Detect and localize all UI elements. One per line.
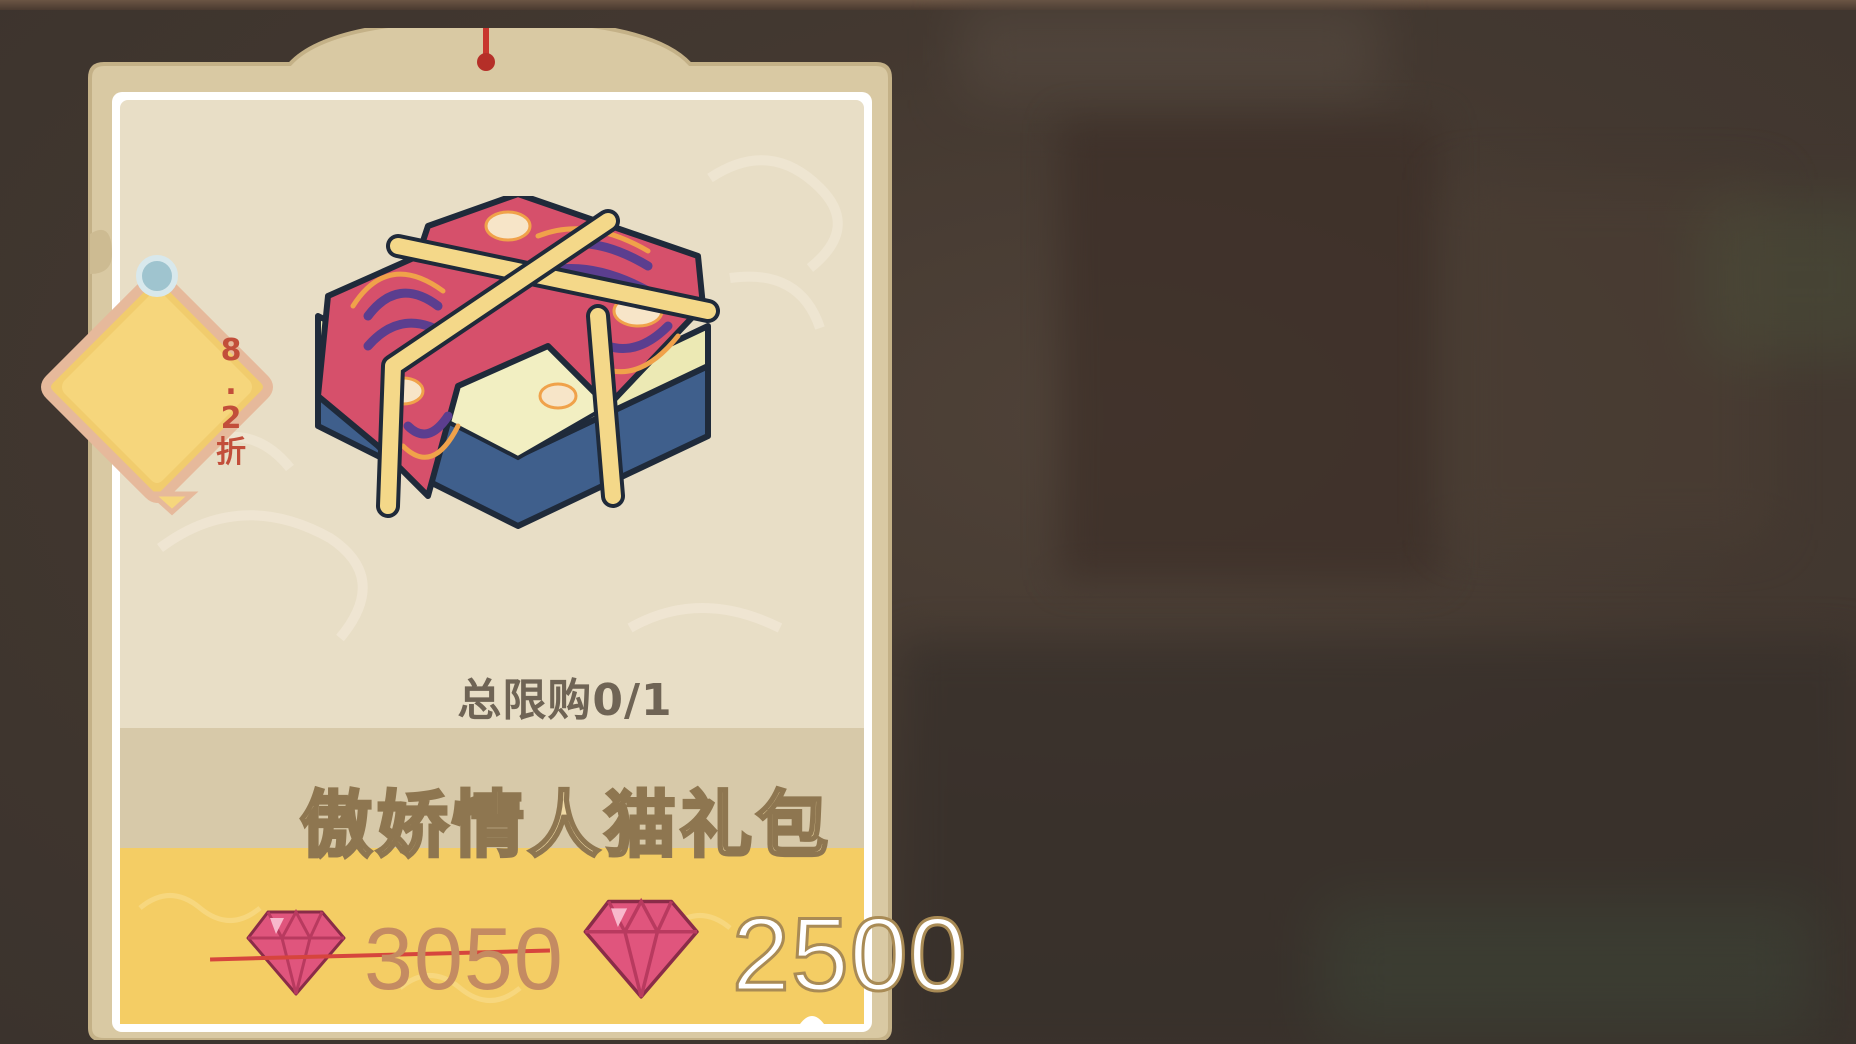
purchase-limit-label: 总限购0/1 xyxy=(457,675,673,726)
gift-pack-card[interactable]: 总限购0/1 傲娇情人猫礼包 3050 2500 8 . 2 折 xyxy=(41,28,968,1040)
original-price: 3050 xyxy=(364,909,564,1008)
shop-screen: 总限购0/1 傲娇情人猫礼包 3050 2500 8 . 2 折 xyxy=(0,0,1856,1044)
sale-price: 2500 xyxy=(730,896,968,1015)
discount-decimal: 2 xyxy=(220,401,242,436)
ruby-gem-icon xyxy=(246,908,346,996)
background-shelf xyxy=(1060,120,1440,580)
ruby-gem-icon xyxy=(583,897,699,999)
discount-unit: 折 xyxy=(216,435,246,470)
top-border xyxy=(0,0,1856,10)
background-lamp xyxy=(960,0,1380,100)
discount-dot: . xyxy=(225,367,237,402)
gift-box-icon xyxy=(315,196,720,529)
product-title: 傲娇情人猫礼包 xyxy=(298,782,832,869)
discount-number: 8 xyxy=(220,333,242,368)
background-plant xyxy=(1700,200,1856,360)
discount-badge-label: 8 . 2 折 xyxy=(206,334,256,470)
background-rug xyxy=(1320,900,1820,1040)
